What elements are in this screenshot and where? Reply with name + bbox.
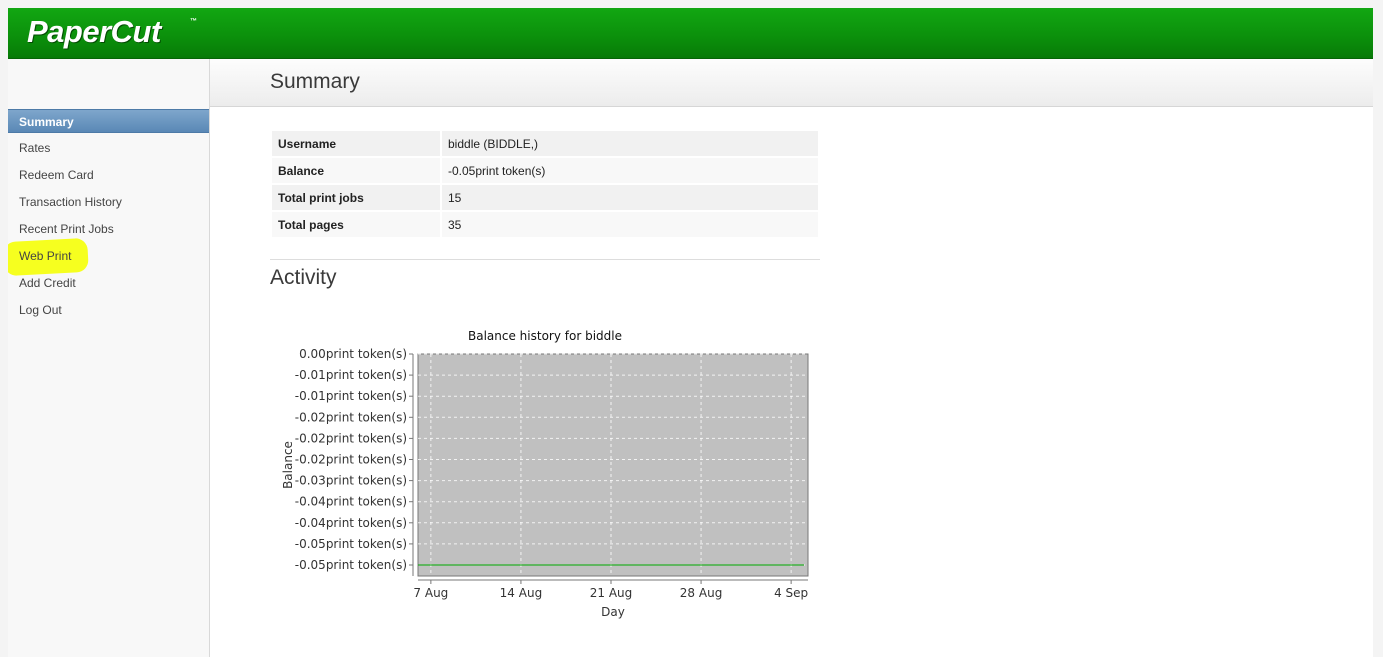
plot-area [417, 353, 809, 577]
x-tick-label: 4 Sep [774, 586, 808, 600]
y-tick-label: 0.00print token(s) [299, 347, 407, 361]
x-axis-label: Day [601, 605, 625, 619]
summary-key-username: Username [272, 131, 442, 156]
chart-title: Balance history for biddle [468, 329, 622, 343]
summary-value-total-pages: 35 [442, 212, 818, 237]
y-tick-label: -0.03print token(s) [295, 474, 407, 488]
y-tick-label: -0.02print token(s) [295, 431, 407, 445]
sidebar-item-add-credit[interactable]: Add Credit [8, 271, 209, 295]
table-row: Balance -0.05print token(s) [272, 158, 818, 183]
table-row: Total pages 35 [272, 212, 818, 237]
y-tick-label: -0.01print token(s) [295, 368, 407, 382]
x-tick-label: 21 Aug [590, 586, 633, 600]
summary-key-total-pages: Total pages [272, 212, 442, 237]
sidebar-item-summary[interactable]: Summary [8, 109, 209, 133]
page-title-bar: Summary [210, 59, 1373, 107]
papercut-window: PaperCut ™ Summary Rates Redeem Card Tra… [8, 8, 1373, 657]
summary-value-balance: -0.05print token(s) [442, 158, 818, 183]
y-tick-label: -0.02print token(s) [295, 410, 407, 424]
sidebar-item-recent-print-jobs[interactable]: Recent Print Jobs [8, 217, 209, 241]
y-tick-label: -0.04print token(s) [295, 495, 407, 509]
table-row: Username biddle (BIDDLE,) [272, 131, 818, 156]
y-tick-label: -0.05print token(s) [295, 558, 407, 572]
page-title: Summary [270, 70, 360, 93]
summary-value-username: biddle (BIDDLE,) [442, 131, 818, 156]
summary-key-total-print-jobs: Total print jobs [272, 185, 442, 210]
sidebar-item-rates[interactable]: Rates [8, 136, 209, 160]
sidebar-item-web-print[interactable]: Web Print [8, 244, 209, 268]
summary-key-balance: Balance [272, 158, 442, 183]
y-tick-label: -0.04print token(s) [295, 516, 407, 530]
section-divider [270, 259, 820, 260]
sidebar: Summary Rates Redeem Card Transaction Hi… [8, 59, 210, 657]
sidebar-item-log-out[interactable]: Log Out [8, 298, 209, 322]
papercut-logo: PaperCut [27, 14, 161, 49]
sidebar-item-redeem-card[interactable]: Redeem Card [8, 163, 209, 187]
table-row: Total print jobs 15 [272, 185, 818, 210]
x-axis-ticks: 7 Aug 14 Aug 21 Aug 28 Aug 4 Sep [413, 580, 808, 600]
y-axis-ticks: 0.00print token(s) -0.01print token(s) -0.… [295, 347, 413, 572]
summary-value-total-print-jobs: 15 [442, 185, 818, 210]
summary-table: Username biddle (BIDDLE,) Balance -0.05p… [272, 129, 818, 239]
x-tick-label: 7 Aug [413, 586, 448, 600]
y-tick-label: -0.01print token(s) [295, 389, 407, 403]
balance-history-chart: Balance history for biddle 0.00print tok… [281, 329, 809, 619]
sidebar-item-transaction-history[interactable]: Transaction History [8, 190, 209, 214]
trademark-mark: ™ [190, 18, 197, 25]
y-axis-label: Balance [281, 441, 295, 489]
y-tick-label: -0.05print token(s) [295, 537, 407, 551]
activity-heading: Activity [270, 266, 337, 289]
y-tick-label: -0.02print token(s) [295, 453, 407, 467]
x-tick-label: 28 Aug [680, 586, 723, 600]
x-tick-label: 14 Aug [500, 586, 543, 600]
header-bar: PaperCut ™ [8, 8, 1373, 59]
